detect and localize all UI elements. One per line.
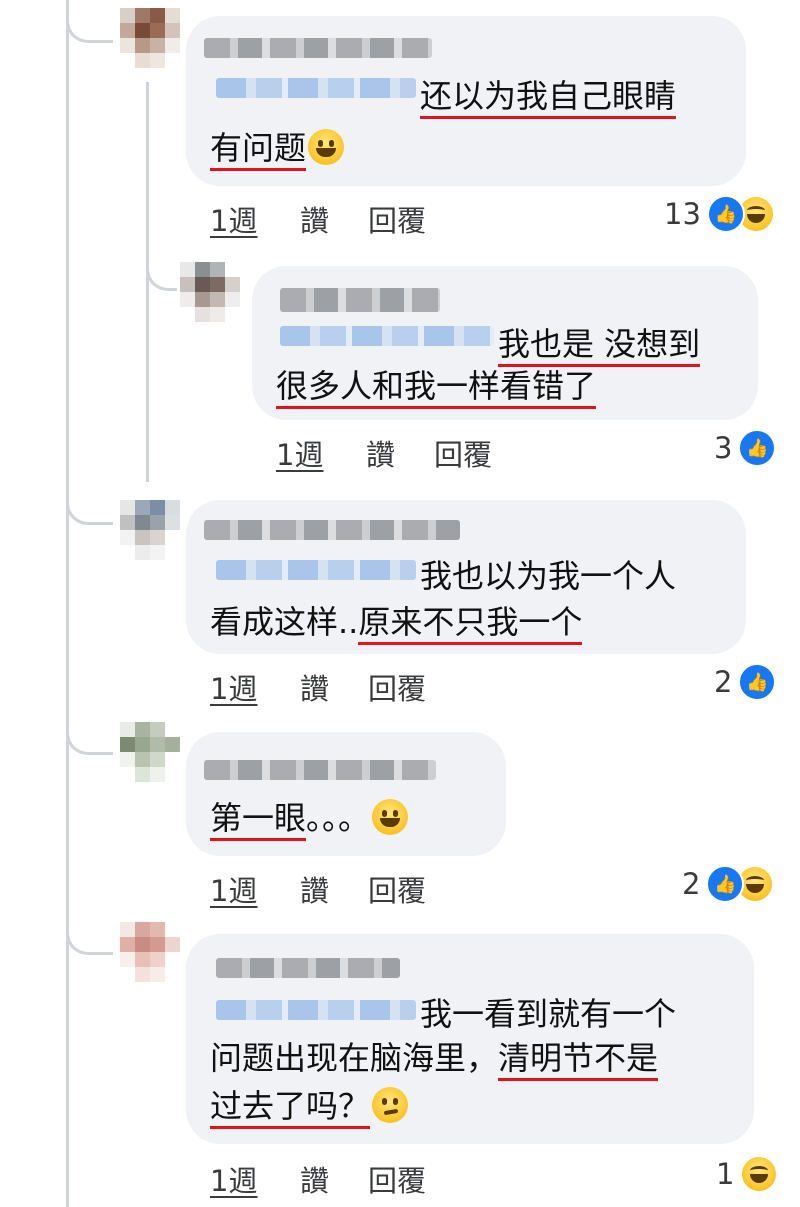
- comment-bubble: 我一看到就有一个 问题出现在脑海里，清明节不是 过去了吗？: [186, 934, 754, 1144]
- comment-text-line: 还以为我自己眼睛: [420, 76, 677, 119]
- reaction-count: 13: [664, 197, 701, 231]
- timestamp-link[interactable]: 1週: [210, 868, 257, 910]
- comment-text-line: 我也是 没想到: [498, 324, 701, 367]
- reaction-summary[interactable]: 2 👍: [682, 864, 775, 904]
- avatar[interactable]: [120, 8, 180, 68]
- comment-text-line: 我也以为我一个人: [420, 557, 677, 595]
- timestamp-link[interactable]: 1週: [210, 666, 257, 708]
- tagged-user[interactable]: [216, 78, 416, 98]
- thread-branch: [66, 0, 113, 43]
- tagged-user[interactable]: [280, 326, 494, 346]
- comment-text-line: 过去了吗？: [210, 1086, 409, 1129]
- author-name[interactable]: [280, 288, 440, 312]
- comment-text-line: 第一眼。。。: [210, 798, 409, 841]
- reply-button[interactable]: 回覆: [368, 868, 426, 910]
- comment-text-line: 我一看到就有一个: [420, 995, 677, 1033]
- sweat-smile-emoji: [308, 129, 345, 165]
- comment-text-line: 很多人和我一样看错了: [276, 366, 597, 409]
- comment-bubble: 我也是 没想到 很多人和我一样看错了: [252, 266, 758, 420]
- author-name[interactable]: [216, 958, 400, 978]
- avatar[interactable]: [120, 922, 180, 982]
- like-icon: 👍: [738, 429, 777, 467]
- comment-text-line: 看成这样..原来不只我一个: [210, 602, 583, 645]
- comment-bubble: 还以为我自己眼睛 有问题: [186, 16, 746, 186]
- reaction-summary[interactable]: 13 👍: [664, 194, 775, 234]
- like-button[interactable]: 讚: [300, 198, 329, 240]
- timestamp-link[interactable]: 1週: [276, 432, 323, 474]
- like-button[interactable]: 讚: [300, 1158, 329, 1200]
- reply-button[interactable]: 回覆: [434, 432, 492, 474]
- like-icon: 👍: [706, 195, 745, 233]
- avatar[interactable]: [120, 722, 180, 782]
- reply-button[interactable]: 回覆: [368, 1158, 426, 1200]
- comment-bubble: 第一眼。。。: [186, 732, 506, 856]
- timestamp-link[interactable]: 1週: [210, 198, 257, 240]
- avatar[interactable]: [120, 500, 180, 560]
- thread-branch: [66, 700, 113, 755]
- like-button[interactable]: 讚: [366, 432, 395, 474]
- reaction-count: 1: [716, 1157, 735, 1191]
- haha-icon: [740, 1155, 779, 1193]
- thread-line-reply: [146, 82, 149, 482]
- reaction-count: 2: [714, 665, 733, 699]
- reply-button[interactable]: 回覆: [368, 198, 426, 240]
- timestamp-link[interactable]: 1週: [210, 1158, 257, 1200]
- reaction-summary[interactable]: 2 👍: [714, 662, 777, 702]
- author-name[interactable]: [204, 38, 432, 58]
- comment-bubble: 我也以为我一个人 看成这样..原来不只我一个: [186, 500, 746, 654]
- like-button[interactable]: 讚: [300, 666, 329, 708]
- reaction-summary[interactable]: 1: [716, 1154, 779, 1194]
- reaction-count: 3: [714, 431, 733, 465]
- author-name[interactable]: [204, 520, 460, 540]
- tagged-user[interactable]: [216, 1000, 416, 1020]
- avatar[interactable]: [180, 262, 240, 322]
- thinking-emoji: [372, 1087, 409, 1123]
- comment-text-line: 问题出现在脑海里，清明节不是: [210, 1038, 659, 1081]
- author-name[interactable]: [204, 760, 436, 780]
- reply-button[interactable]: 回覆: [368, 666, 426, 708]
- like-icon: 👍: [738, 663, 777, 701]
- thread-branch: [146, 238, 177, 291]
- thread-line-main: [66, 0, 69, 1207]
- tagged-user[interactable]: [216, 560, 416, 580]
- thread-branch: [66, 900, 113, 955]
- laughing-tears-emoji: [372, 799, 409, 835]
- comment-text-line: 有问题: [210, 128, 345, 171]
- reaction-summary[interactable]: 3 👍: [714, 428, 777, 468]
- reaction-count: 2: [682, 867, 701, 901]
- thread-branch: [66, 470, 113, 525]
- like-icon: 👍: [706, 865, 745, 903]
- like-button[interactable]: 讚: [300, 868, 329, 910]
